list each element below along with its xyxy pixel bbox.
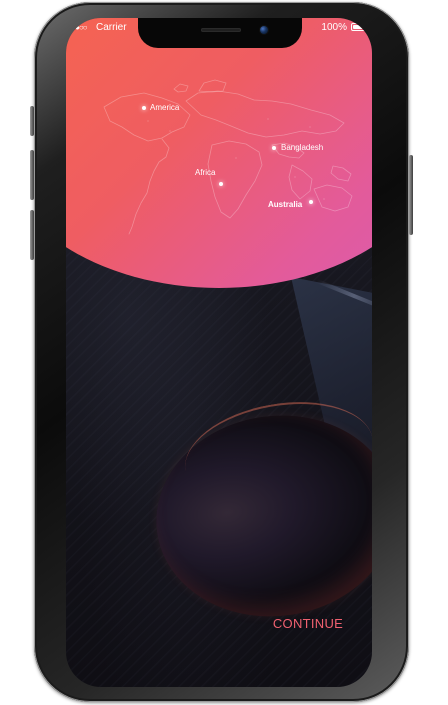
signal-dots-icon: ●○○ [75,23,87,32]
battery-percentage: 100% [321,22,347,33]
mute-switch [30,106,34,136]
front-camera [260,26,268,34]
volume-down-button [30,210,34,260]
world-map-icon [86,73,362,243]
speaker-grille [201,28,241,32]
volume-up-button [30,150,34,200]
map-label-america: America [150,103,180,112]
africa-location-dot [219,182,223,186]
map-label-africa: Africa [195,168,216,177]
bangladesh-location-dot [272,146,276,150]
carrier-text: Carrier [96,22,127,33]
world-map-svg [103,79,353,235]
continue-button[interactable]: CONTINUE [268,615,348,633]
australia-location-dot [309,200,313,204]
phone-notch [138,18,302,48]
america-location-dot [142,106,146,110]
map-label-bangladesh: Bangladesh [281,143,324,152]
phone-screen: America Bangladesh Africa Australia ●○○ … [66,18,372,687]
battery-icon [351,23,367,31]
side-button [409,155,413,235]
map-label-australia: Australia [268,200,303,209]
page: America Bangladesh Africa Australia ●○○ … [0,0,448,705]
